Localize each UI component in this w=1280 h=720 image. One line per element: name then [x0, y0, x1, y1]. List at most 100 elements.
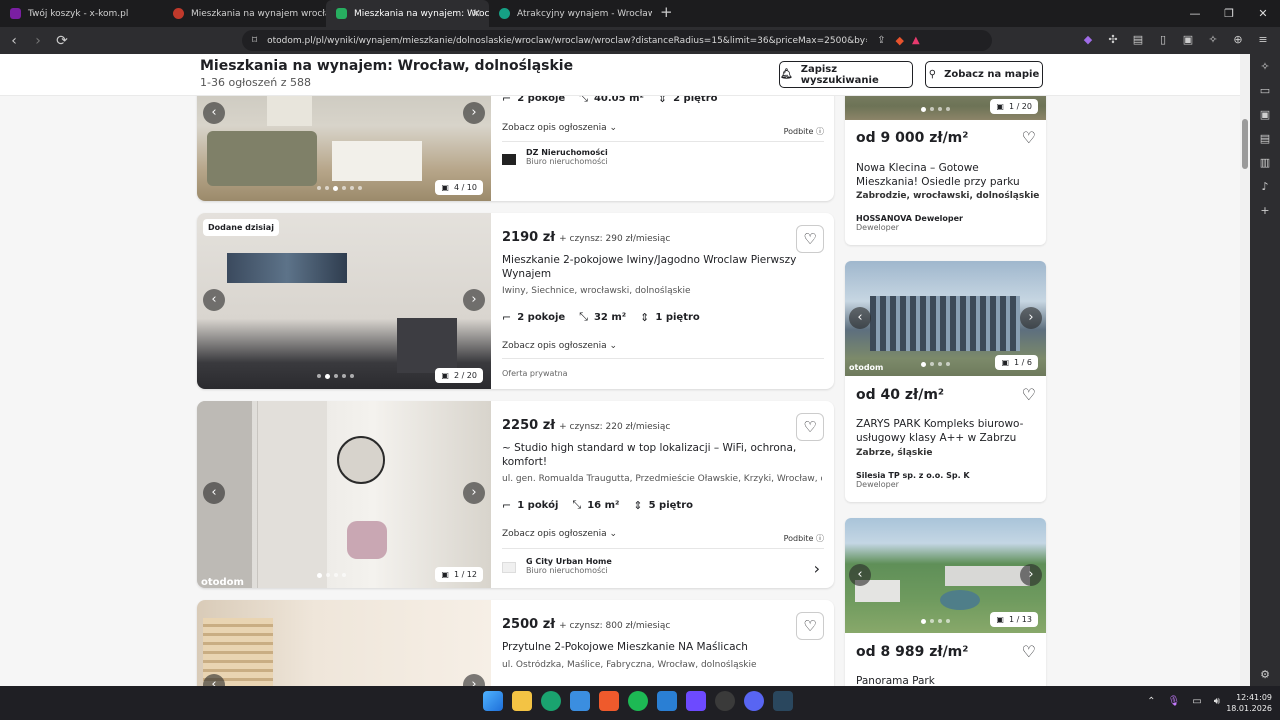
chevron-right-icon[interactable]: › [814, 559, 820, 578]
menu-icon[interactable]: ≡ [1256, 33, 1270, 47]
vpn-icon[interactable]: ⊕ [1231, 33, 1245, 47]
listing-params: ⌐ 1 pokój ⤡ 16 m² ⇕ 5 piętro [502, 498, 693, 512]
bench-shape [332, 141, 422, 181]
steam-icon[interactable] [773, 691, 793, 711]
next-photo-icon[interactable]: › [1020, 564, 1042, 586]
listing-photo[interactable]: ‹ › ▣ 1 / 12 otodom [197, 401, 491, 588]
prev-photo-icon[interactable]: ‹ [849, 307, 871, 329]
reading-list-icon[interactable]: ▭ [1257, 84, 1273, 98]
scrollbar-thumb[interactable] [1242, 119, 1248, 169]
next-photo-icon[interactable]: › [463, 102, 485, 124]
share-icon[interactable]: ⇪ [877, 35, 885, 46]
prev-photo-icon[interactable]: ‹ [203, 102, 225, 124]
volume-icon[interactable]: 🔊︎ [1214, 696, 1220, 707]
system-clock[interactable]: 12:41:09 18.01.2026 [1226, 692, 1272, 714]
tab-xkom[interactable]: Twój koszyk - x-kom.pl [0, 0, 163, 27]
restore-icon[interactable]: ❐ [1212, 0, 1246, 27]
favorite-heart-icon[interactable]: ♡ [796, 413, 824, 441]
extension-icon[interactable]: ◆ [1081, 33, 1095, 47]
music-sidebar-icon[interactable]: ♪ [1257, 180, 1273, 194]
back-icon[interactable]: ‹ [4, 33, 24, 49]
tab-brave-search[interactable]: Mieszkania na wynajem wrocław - Br [163, 0, 326, 27]
sidebar-toggle-icon[interactable]: ▯ [1156, 33, 1170, 47]
new-tab-button[interactable]: + [660, 0, 673, 27]
brave-shield-icon[interactable]: ◆ [896, 34, 904, 47]
photos-icon[interactable] [657, 691, 677, 711]
wallet-sidebar-icon[interactable]: ▣ [1257, 108, 1273, 122]
minimize-icon[interactable]: — [1178, 0, 1212, 27]
investment-title[interactable]: Nowa Klecina – Gotowe Mieszkania! Osiedl… [856, 161, 1036, 189]
page-scrollbar[interactable] [1240, 54, 1250, 686]
next-photo-icon[interactable]: › [463, 289, 485, 311]
close-tab-icon[interactable]: ✕ [472, 7, 481, 20]
brave-icon[interactable] [599, 691, 619, 711]
leo-ai-icon[interactable]: ✧ [1206, 33, 1220, 47]
store-icon[interactable] [570, 691, 590, 711]
add-sidebar-icon[interactable]: + [1257, 204, 1273, 218]
address-bar[interactable]: ⌑ otodom.pl/pl/wyniki/wynajem/mieszkanie… [242, 30, 992, 51]
extensions-puzzle-icon[interactable]: ✣ [1106, 33, 1120, 47]
radiator-shape [267, 96, 312, 126]
listing-card[interactable]: Dodane dzisiaj ‹ › ▣ 2 / 20 2190 zł + czyn… [197, 213, 834, 389]
show-description-link[interactable]: Zobacz opis ogłoszenia ⌄ [502, 341, 617, 351]
history-sidebar-icon[interactable]: ▥ [1257, 156, 1273, 170]
listing-title[interactable]: Przytulne 2-Pokojowe Mieszkanie NA Maśli… [502, 640, 802, 654]
tab-otodom-2[interactable]: Atrakcyjny wynajem - Wrocław - spra [489, 0, 652, 27]
prev-photo-icon[interactable]: ‹ [203, 289, 225, 311]
system-tray: ⌃ 🎙︎ ▭ 🔊︎ [1147, 696, 1220, 707]
favorite-heart-icon[interactable]: ♡ [1022, 128, 1036, 147]
edge-icon[interactable] [541, 691, 561, 711]
investment-card[interactable]: ‹ › ▣ 1 / 6 otodom od 40 zł/m² ♡ ZARYS PA… [845, 261, 1046, 502]
investment-card[interactable]: ‹ › ▣ 1 / 13 od 8 989 zł/m² ♡ Panorama Pa… [845, 518, 1046, 686]
chevron-up-icon[interactable]: ⌃ [1147, 696, 1155, 707]
listing-address: ul. gen. Romualda Traugutta, Przedmieści… [502, 474, 822, 484]
show-map-button[interactable]: ⚲ Zobacz na mapie [925, 61, 1043, 88]
rewards-icon[interactable]: ▲ [912, 35, 920, 46]
favorite-heart-icon[interactable]: ♡ [796, 225, 824, 253]
close-window-icon[interactable]: ✕ [1246, 0, 1280, 27]
forward-icon[interactable]: › [28, 33, 48, 49]
listing-card[interactable]: ‹ › ▣ 1 / 12 otodom 2250 zł + czynsz: 220 … [197, 401, 834, 588]
wallet-icon[interactable]: ▣ [1181, 33, 1195, 47]
show-description-text: Zobacz opis ogłoszenia [502, 341, 607, 351]
monitor-icon[interactable]: ▭ [1192, 696, 1201, 707]
chatgpt-icon[interactable] [715, 691, 735, 711]
discord-icon[interactable] [744, 691, 764, 711]
investment-photo[interactable]: ‹ › ▣ 1 / 6 otodom [845, 261, 1046, 376]
bookmarks-sidebar-icon[interactable]: ▤ [1257, 132, 1273, 146]
settings-sidebar-icon[interactable]: ⚙ [1257, 668, 1273, 682]
favorite-heart-icon[interactable]: ♡ [1022, 642, 1036, 661]
listing-photo[interactable]: Dodane dzisiaj ‹ › ▣ 2 / 20 [197, 213, 491, 389]
listing-photo[interactable]: ‹ › [197, 600, 491, 686]
file-explorer-icon[interactable] [512, 691, 532, 711]
media-icon[interactable]: ▤ [1131, 33, 1145, 47]
microphone-icon[interactable]: 🎙︎ [1168, 696, 1181, 707]
favorite-heart-icon[interactable]: ♡ [1022, 385, 1036, 404]
next-photo-icon[interactable]: › [1020, 307, 1042, 329]
next-photo-icon[interactable]: › [463, 674, 485, 686]
promoted-label[interactable]: Podbite ⓘ [784, 126, 824, 137]
spotify-icon[interactable] [628, 691, 648, 711]
favorite-heart-icon[interactable]: ♡ [796, 612, 824, 640]
prev-photo-icon[interactable]: ‹ [203, 482, 225, 504]
investment-title[interactable]: ZARYS PARK Kompleks biurowo-usługowy kla… [856, 417, 1036, 445]
investment-photo[interactable]: ‹ › ▣ 1 / 13 [845, 518, 1046, 633]
prev-photo-icon[interactable]: ‹ [849, 564, 871, 586]
proton-vpn-icon[interactable] [686, 691, 706, 711]
leo-sidebar-icon[interactable]: ✧ [1257, 60, 1273, 74]
listing-card[interactable]: ‹ › 2500 zł + czynsz: 800 zł/miesiąc ♡ Pr… [197, 600, 834, 686]
save-search-button[interactable]: 🔔︎ Zapisz wyszukiwanie [779, 61, 913, 88]
investment-title[interactable]: Panorama Park [856, 674, 1036, 686]
investment-card[interactable]: ▣ 1 / 20 od 9 000 zł/m² ♡ Nowa Klecina – … [845, 74, 1046, 245]
listing-info: 2190 zł + czynsz: 290 zł/miesiąc ♡ Mieszk… [502, 213, 824, 389]
listing-title[interactable]: ~ Studio high standard w top lokalizacji… [502, 441, 802, 469]
bookmark-icon[interactable]: ⌑ [252, 35, 257, 46]
tab-otodom-active[interactable]: Mieszkania na wynajem: Wrocław✕ [326, 0, 489, 27]
next-photo-icon[interactable]: › [463, 482, 485, 504]
reload-icon[interactable]: ⟳ [52, 33, 72, 49]
listing-title[interactable]: Mieszkanie 2-pokojowe Iwiny/Jagodno Wroc… [502, 253, 802, 281]
show-description-link[interactable]: Zobacz opis ogłoszenia ⌄ [502, 123, 617, 133]
windows-start-icon[interactable] [483, 691, 503, 711]
show-description-link[interactable]: Zobacz opis ogłoszenia ⌄ [502, 529, 617, 539]
promoted-label[interactable]: Podbite ⓘ [784, 533, 824, 544]
